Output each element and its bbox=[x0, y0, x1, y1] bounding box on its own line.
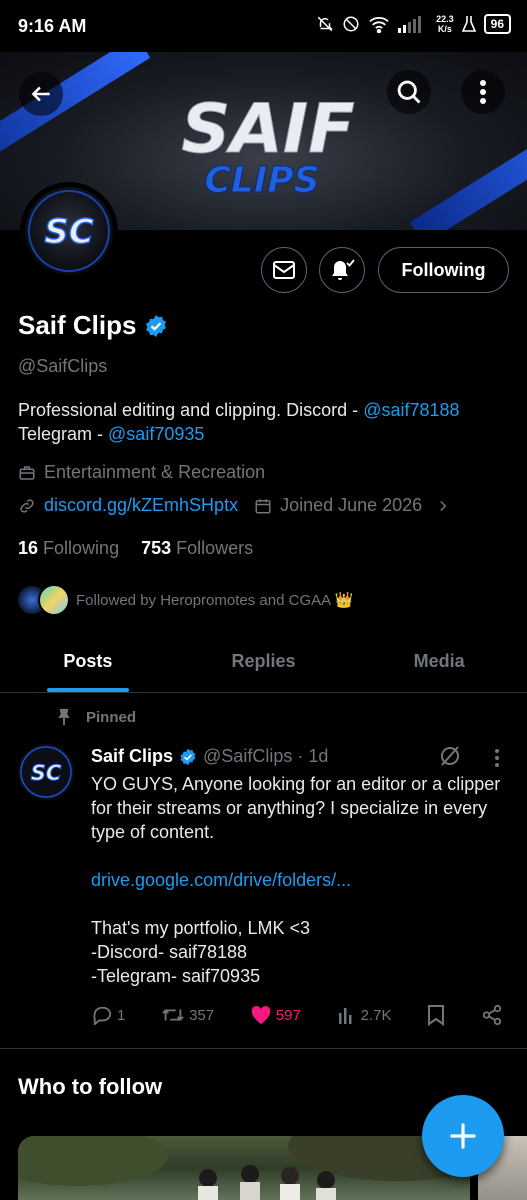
website-link[interactable]: discord.gg/kZEmhSHptx bbox=[44, 495, 238, 516]
share-icon[interactable] bbox=[481, 1004, 503, 1026]
plus-icon bbox=[450, 1123, 476, 1149]
like-count: 597 bbox=[275, 1006, 301, 1024]
post-author-avatar[interactable]: SC bbox=[18, 744, 74, 800]
signal-icon bbox=[398, 16, 422, 33]
profile-handle: @SaifClips bbox=[18, 356, 108, 376]
wifi-icon bbox=[369, 17, 389, 33]
post-text-footer: That's my portfolio, LMK <3 -Discord- sa… bbox=[91, 918, 311, 986]
status-bar: 9:16 AM 22.3 K/s 96 bbox=[0, 0, 527, 52]
followers-count: 753 bbox=[141, 538, 172, 558]
more-vertical-icon bbox=[480, 80, 486, 104]
follow-stats: 16 Following 753 Followers bbox=[18, 538, 253, 559]
back-button[interactable] bbox=[19, 72, 63, 116]
followers-label: Followers bbox=[176, 538, 254, 558]
profile-avatar[interactable]: SC bbox=[20, 182, 118, 280]
heart-icon bbox=[251, 1005, 271, 1025]
category-text: Entertainment & Recreation bbox=[44, 462, 266, 482]
post-avatar-initials: SC bbox=[31, 761, 62, 785]
follower-avatar bbox=[38, 584, 70, 616]
suggestion-card-image bbox=[18, 1136, 470, 1200]
lab-flask-icon bbox=[461, 16, 476, 32]
calendar-icon bbox=[255, 498, 271, 513]
compose-post-button[interactable] bbox=[422, 1095, 504, 1177]
notifications-button[interactable] bbox=[319, 247, 365, 293]
post-actions: 1 357 597 2.7K bbox=[91, 1004, 503, 1026]
network-speed-value: 22.3 bbox=[436, 14, 454, 24]
pinned-indicator: Pinned bbox=[56, 708, 136, 726]
tab-posts[interactable]: Posts bbox=[0, 638, 176, 692]
followers-count-link[interactable]: 753 Followers bbox=[141, 538, 253, 559]
profile-meta-row: discord.gg/kZEmhSHptx Joined June 2026 bbox=[18, 495, 450, 516]
link-icon bbox=[20, 498, 34, 513]
followed-by-text: Followed by Heropromotes and CGAA 👑 bbox=[76, 592, 354, 609]
notifications-muted-icon bbox=[317, 16, 333, 32]
battery-indicator: 96 bbox=[483, 14, 511, 34]
reply-button[interactable]: 1 bbox=[91, 1005, 125, 1025]
status-icons: 22.3 K/s 96 bbox=[316, 14, 511, 34]
banner-logo-line2: CLIPS bbox=[204, 160, 319, 201]
repost-button[interactable]: 357 bbox=[161, 1005, 214, 1025]
bell-check-icon bbox=[332, 259, 355, 280]
section-divider bbox=[0, 1048, 527, 1049]
profile-bio: Professional editing and clipping. Disco… bbox=[18, 398, 518, 446]
views-button[interactable]: 2.7K bbox=[337, 1005, 392, 1025]
post-handle-time: @SaifClips · 1d bbox=[203, 746, 329, 766]
post-more-icon[interactable] bbox=[494, 748, 500, 768]
envelope-icon bbox=[273, 261, 295, 279]
profile-name: Saif Clips bbox=[18, 310, 168, 341]
briefcase-icon bbox=[19, 465, 35, 480]
dnd-icon bbox=[343, 16, 359, 32]
repost-count: 357 bbox=[189, 1006, 215, 1024]
banner-logo-line1: SAIF bbox=[181, 90, 354, 169]
pin-icon bbox=[58, 708, 70, 726]
joined-date: Joined June 2026 bbox=[280, 495, 423, 515]
bio-text: Professional editing and clipping. Disco… bbox=[18, 400, 364, 420]
followed-by-avatars bbox=[16, 584, 70, 616]
chevron-right-icon[interactable] bbox=[436, 497, 450, 515]
pinned-label: Pinned bbox=[86, 708, 137, 726]
post-text-main: YO GUYS, Anyone looking for an editor or… bbox=[91, 774, 501, 842]
post-author-name[interactable]: Saif Clips bbox=[91, 746, 173, 767]
views-count: 2.7K bbox=[360, 1006, 392, 1024]
repost-icon bbox=[162, 1009, 184, 1021]
followed-by[interactable]: Followed by Heropromotes and CGAA 👑 bbox=[16, 584, 353, 616]
profile-name-text: Saif Clips bbox=[18, 310, 137, 340]
message-button[interactable] bbox=[261, 247, 307, 293]
tab-media[interactable]: Media bbox=[351, 638, 527, 692]
network-speed: 22.3 K/s bbox=[436, 14, 454, 34]
status-time: 9:16 AM bbox=[18, 16, 87, 36]
back-arrow-icon bbox=[31, 86, 50, 102]
views-bar-icon bbox=[338, 1008, 352, 1024]
search-button[interactable] bbox=[387, 70, 431, 114]
suggestion-card[interactable] bbox=[18, 1136, 470, 1200]
reply-icon bbox=[93, 1006, 112, 1025]
following-count-link[interactable]: 16 Following bbox=[18, 538, 119, 559]
post-link[interactable]: drive.google.com/drive/folders/... bbox=[91, 870, 351, 890]
following-button[interactable]: Following bbox=[378, 247, 509, 293]
tab-replies[interactable]: Replies bbox=[176, 638, 352, 692]
profile-tabs: Posts Replies Media bbox=[0, 638, 527, 693]
bio-text: Telegram - bbox=[18, 424, 109, 444]
following-label: Following bbox=[43, 538, 120, 558]
avatar-image: SC bbox=[25, 187, 113, 275]
profile-category: Entertainment & Recreation bbox=[18, 462, 265, 483]
post-header: Saif Clips @SaifClips · 1d bbox=[91, 746, 328, 767]
verified-badge-icon bbox=[180, 748, 196, 765]
like-button[interactable]: 597 bbox=[250, 1005, 301, 1025]
verified-badge-icon bbox=[146, 314, 167, 337]
bio-mention-link[interactable]: @saif70935 bbox=[108, 424, 204, 444]
avatar-initials: SC bbox=[44, 212, 93, 252]
search-icon bbox=[397, 80, 421, 104]
grok-icon[interactable] bbox=[438, 744, 462, 768]
bio-mention-link[interactable]: @saif78188 bbox=[363, 400, 459, 420]
post-text: YO GUYS, Anyone looking for an editor or… bbox=[91, 772, 511, 988]
bookmark-icon[interactable] bbox=[427, 1004, 445, 1026]
who-to-follow-title: Who to follow bbox=[18, 1074, 163, 1099]
network-speed-unit: K/s bbox=[437, 24, 452, 34]
more-options-button[interactable] bbox=[461, 70, 505, 114]
reply-count: 1 bbox=[117, 1006, 126, 1024]
following-count: 16 bbox=[18, 538, 39, 558]
